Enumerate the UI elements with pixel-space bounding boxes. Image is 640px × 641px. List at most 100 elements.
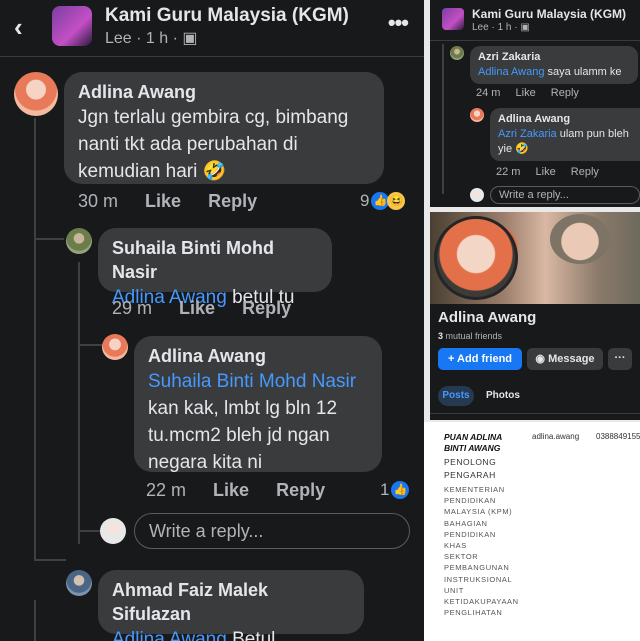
thread-line bbox=[34, 238, 64, 240]
card-email: adlina.awang bbox=[532, 432, 580, 441]
avatar[interactable] bbox=[470, 108, 484, 122]
header-divider bbox=[430, 40, 640, 41]
group-icon: ▣ bbox=[520, 22, 530, 33]
thread-line bbox=[78, 262, 80, 544]
comment-author[interactable]: Ahmad Faiz Malek Sifulazan bbox=[112, 578, 350, 626]
back-icon[interactable]: ‹ bbox=[14, 12, 23, 43]
avatar[interactable] bbox=[102, 334, 128, 360]
card-org-line: KHAS bbox=[444, 541, 467, 551]
reply-button[interactable]: Reply bbox=[571, 166, 599, 178]
comment-bubble: Adlina Awang Jgn terlalu gembira cg, bim… bbox=[64, 72, 384, 184]
tab-posts[interactable]: Posts bbox=[438, 386, 474, 406]
thread-line bbox=[78, 530, 100, 532]
comment-bubble: Suhaila Binti Mohd Nasir Adlina Awang be… bbox=[98, 228, 332, 308]
comment-author[interactable]: Adlina Awang bbox=[498, 113, 570, 125]
comment-author[interactable]: Adlina Awang bbox=[148, 344, 368, 368]
card-organization: KEMENTERIAN PENDIDIKAN MALAYSIA (KPM) BA… bbox=[444, 484, 519, 618]
group-avatar[interactable] bbox=[52, 6, 92, 46]
card-role-line: PENGARAH bbox=[444, 470, 496, 480]
thread-line bbox=[442, 44, 444, 194]
comment-body: Betul. bbox=[226, 629, 281, 641]
reaction-summary[interactable]: 1 👍 bbox=[380, 480, 410, 500]
comment-bubble: Ahmad Faiz Malek Sifulazan Adlina Awang … bbox=[98, 570, 364, 641]
mutual-label: mutual friends bbox=[443, 331, 503, 341]
avatar[interactable] bbox=[14, 72, 58, 116]
thread-screenshot: Kami Guru Malaysia (KGM) Lee · 1 h · ▣ A… bbox=[430, 0, 640, 207]
mention-link[interactable]: Adlina Awang bbox=[478, 66, 544, 78]
screenshot-collage: ‹ Kami Guru Malaysia (KGM) Lee · 1 h · ▣… bbox=[0, 0, 640, 641]
comment-thread-panel: ‹ Kami Guru Malaysia (KGM) Lee · 1 h · ▣… bbox=[0, 0, 424, 641]
card-name: PUAN ADLINA BINTI AWANG bbox=[444, 432, 502, 454]
comment-time: 29 m bbox=[112, 298, 153, 318]
reply-button[interactable]: Reply bbox=[208, 191, 257, 211]
mention-link[interactable]: Adlina Awang bbox=[112, 629, 227, 641]
add-friend-button[interactable]: + Add friend bbox=[438, 348, 522, 370]
reply-button[interactable]: Reply bbox=[551, 87, 579, 99]
like-button[interactable]: Like bbox=[213, 480, 249, 500]
avatar[interactable] bbox=[66, 228, 92, 254]
group-title[interactable]: Kami Guru Malaysia (KGM) bbox=[472, 7, 626, 21]
reply-button[interactable]: Reply bbox=[242, 298, 291, 318]
profile-screenshot: Adlina Awang 3 mutual friends + Add frie… bbox=[430, 212, 640, 420]
like-button[interactable]: Like bbox=[516, 87, 536, 99]
card-name-line: BINTI AWANG bbox=[444, 443, 501, 453]
reply-input[interactable]: Write a reply... bbox=[490, 186, 640, 204]
tabs-divider bbox=[430, 413, 640, 414]
more-options-button[interactable]: ··· bbox=[608, 348, 632, 370]
like-reaction-icon: 👍 bbox=[391, 481, 410, 499]
card-role-line: PENOLONG bbox=[444, 457, 497, 467]
messenger-icon: ◉ bbox=[535, 353, 549, 365]
like-button[interactable]: Like bbox=[536, 166, 556, 178]
card-org-line: KEMENTERIAN bbox=[444, 485, 505, 494]
more-dots-icon[interactable]: ••• bbox=[388, 10, 409, 36]
avatar[interactable] bbox=[450, 46, 464, 60]
mention-link[interactable]: Azri Zakaria bbox=[498, 128, 557, 140]
comment-actions: 24 m Like Reply bbox=[476, 87, 591, 99]
card-org-line: BAHAGIAN bbox=[444, 518, 488, 528]
tab-photos[interactable]: Photos bbox=[486, 386, 520, 406]
message-button[interactable]: ◉ Message bbox=[527, 348, 603, 370]
thread-line bbox=[34, 118, 36, 559]
card-org-line: SEKTOR bbox=[444, 552, 479, 562]
reaction-summary[interactable]: 9 👍 😆 bbox=[360, 191, 406, 211]
contact-card: PUAN ADLINA BINTI AWANG PENOLONG PENGARA… bbox=[424, 422, 640, 641]
card-org-line: PENDIDIKAN bbox=[444, 496, 496, 506]
comment-time: 30 m bbox=[78, 191, 119, 211]
group-title[interactable]: Kami Guru Malaysia (KGM) bbox=[105, 5, 349, 27]
card-org-line: MALAYSIA (KPM) bbox=[444, 507, 513, 517]
card-org-line: UNIT bbox=[444, 585, 464, 595]
reply-input[interactable]: Write a reply... bbox=[134, 513, 410, 549]
like-button[interactable]: Like bbox=[179, 298, 215, 318]
profile-picture[interactable] bbox=[434, 216, 518, 300]
card-org-line: PEMBANGUNAN bbox=[444, 563, 510, 573]
like-button[interactable]: Like bbox=[145, 191, 181, 211]
profile-name: Adlina Awang bbox=[438, 309, 537, 326]
comment-time: 22 m bbox=[146, 480, 187, 500]
comment-author[interactable]: Suhaila Binti Mohd Nasir bbox=[112, 236, 318, 284]
comment-actions: 22 m Like Reply bbox=[496, 166, 611, 178]
thread-line bbox=[34, 559, 66, 561]
comment-time: 22 m bbox=[496, 166, 521, 178]
avatar bbox=[470, 188, 484, 202]
avatar bbox=[100, 518, 126, 544]
comment-author[interactable]: Azri Zakaria bbox=[478, 51, 540, 63]
comment-text: Adlina Awang Betul. bbox=[112, 626, 350, 641]
comment-author[interactable]: Adlina Awang bbox=[78, 80, 370, 104]
avatar[interactable] bbox=[66, 570, 92, 596]
card-org-line: PENGLIHATAN bbox=[444, 608, 503, 618]
group-avatar[interactable] bbox=[442, 8, 464, 30]
mention-link[interactable]: Suhaila Binti Mohd Nasir bbox=[148, 368, 368, 395]
post-author-time: Lee · 1 h · bbox=[105, 30, 183, 47]
post-meta: Lee · 1 h · ▣ bbox=[472, 22, 530, 33]
reply-button[interactable]: Reply bbox=[276, 480, 325, 500]
header-divider bbox=[0, 56, 424, 57]
post-author-time: Lee · 1 h · bbox=[472, 22, 521, 33]
card-phone: 0388849155 bbox=[596, 432, 640, 441]
mutual-friends[interactable]: 3 mutual friends bbox=[438, 331, 502, 341]
card-name-line: PUAN ADLINA bbox=[444, 432, 503, 442]
comment-time: 24 m bbox=[476, 87, 501, 99]
group-icon: ▣ bbox=[182, 30, 198, 47]
comment-actions: 22 m Like Reply bbox=[146, 480, 347, 501]
message-label: Message bbox=[548, 353, 595, 365]
comment-text: Jgn terlalu gembira cg, bimbang nanti tk… bbox=[78, 107, 349, 182]
